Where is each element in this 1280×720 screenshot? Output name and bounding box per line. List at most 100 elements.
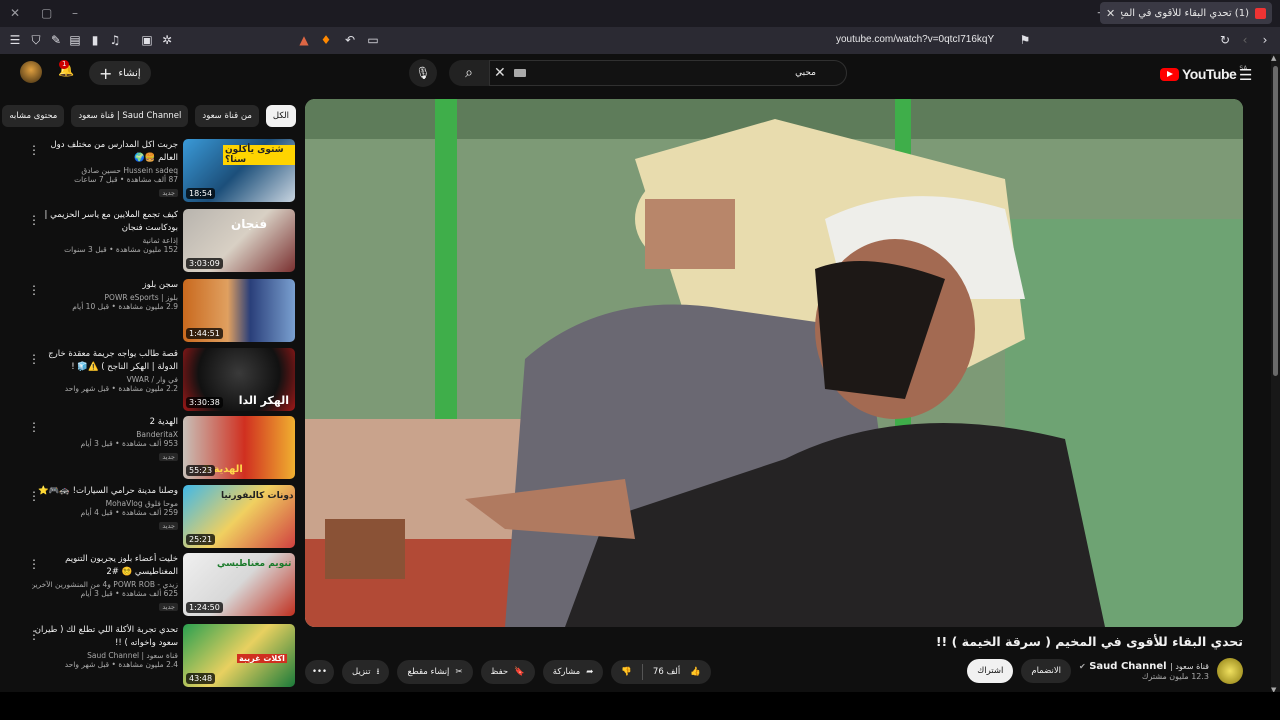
video-thumbnail[interactable]: فنجان 3:03:09 <box>183 209 295 272</box>
list-item[interactable]: فنجان 3:03:09 كيف تجمع الملايين مع ياسر … <box>24 209 296 273</box>
picture-icon[interactable]: ▣ <box>139 32 155 48</box>
forward-icon[interactable]: › <box>1257 32 1273 48</box>
channel-name[interactable]: قناة سعود | Saud Channel <box>32 651 178 660</box>
channel-name[interactable]: بلوز | POWR eSports <box>32 293 178 302</box>
video-thumbnail[interactable]: اكلات غريبة 43:48 <box>183 624 295 687</box>
scrollbar-thumb[interactable] <box>1273 66 1278 376</box>
voice-search-button[interactable]: 🎙 <box>409 59 437 87</box>
video-title[interactable]: جربت اكل المدارس من مختلف دول العالم 🍔🌍 <box>32 139 179 165</box>
more-options-icon[interactable]: ⋮ <box>28 420 40 434</box>
clear-search-icon[interactable]: ✕ <box>494 65 506 81</box>
list-item[interactable]: دونات كاليفورنيا 25:21 وصلنا مدينة حرامي… <box>24 485 296 549</box>
join-button[interactable]: الانضمام <box>1021 659 1072 683</box>
tabs-icon[interactable]: ▤ <box>67 32 83 48</box>
channel-name[interactable]: في وار / VWAR <box>32 375 178 384</box>
share-label: مشاركة <box>552 667 581 677</box>
more-options-icon[interactable]: ⋮ <box>28 628 40 642</box>
address-bar[interactable]: youtube.com/watch?v=0qtcI716kqY <box>836 34 994 45</box>
channel-name[interactable]: زيدي - POWR ROB و4 من المنشورين الآخرين <box>32 580 178 589</box>
channel-name[interactable]: موحا فلوق MohaVlog <box>32 499 178 508</box>
video-player[interactable] <box>305 99 1243 627</box>
list-item[interactable]: شتوى يأكلون سنا؟ 18:54 جربت اكل المدارس … <box>24 139 296 203</box>
channel-title[interactable]: Saud Channel <box>1089 661 1166 672</box>
subscribe-button[interactable]: اشتراك <box>967 659 1014 683</box>
video-meta: 2.9 مليون مشاهدة • قبل 10 أيام <box>72 302 178 311</box>
download-icon: ⭳ <box>376 667 380 677</box>
duration-badge: 1:24:50 <box>186 602 223 613</box>
back-icon[interactable]: ‹ <box>1237 32 1253 48</box>
list-item[interactable]: 1:44:51 سجن بلوز بلوز | POWR eSports 2.9… <box>24 279 296 343</box>
clip-label: إنشاء مقطع <box>407 667 450 677</box>
video-title[interactable]: كيف تجمع الملايين مع ياسر الحزيمي | بودك… <box>32 209 178 235</box>
video-title[interactable]: تحدي تجربة الأكلة اللي تطلع لك ( طيران س… <box>32 624 178 650</box>
search-input[interactable]: محبي ✕ <box>489 60 847 86</box>
close-window-icon[interactable]: ✕ <box>10 6 20 20</box>
sidebar-icon[interactable]: ▮ <box>87 32 103 48</box>
channel-name[interactable]: Hussein sadeq حسين صادق <box>32 166 178 175</box>
menu-icon[interactable]: ☰ <box>7 32 23 48</box>
more-options-icon[interactable]: ⋮ <box>28 557 40 571</box>
channel-name-row[interactable]: قناة سعود | Saud Channel ✔ <box>1079 661 1209 672</box>
undo-icon[interactable]: ↶ <box>342 32 358 48</box>
create-button[interactable]: + إنشاء <box>89 61 151 85</box>
list-item[interactable]: الهدية 2 55:23 الهدية 2 BanderitaX 953 أ… <box>24 416 296 480</box>
shield-icon[interactable]: ⛉ <box>28 32 44 48</box>
search-button[interactable]: ⌕ <box>449 60 489 86</box>
minimize-window-icon[interactable]: – <box>72 6 78 20</box>
video-thumbnail[interactable]: تنويم مغناطيسي 1:24:50 <box>183 553 295 616</box>
duration-badge: 1:44:51 <box>186 328 223 339</box>
brave-shield-icon[interactable]: ♦ <box>318 32 334 48</box>
video-thumbnail[interactable]: شتوى يأكلون سنا؟ 18:54 <box>183 139 295 202</box>
like-button[interactable]: 👍 <box>690 660 701 684</box>
bookmark-icon[interactable]: ⚑ <box>1017 32 1033 48</box>
page-scrollbar[interactable]: ▲ ▼ <box>1271 54 1280 694</box>
channel-name[interactable]: إذاعة ثمانية <box>32 236 178 245</box>
more-options-icon[interactable]: ⋮ <box>28 283 40 297</box>
user-avatar[interactable] <box>20 61 42 83</box>
video-thumbnail[interactable]: دونات كاليفورنيا 25:21 <box>183 485 295 548</box>
video-title[interactable]: قصة طالب يواجه جريمة معقدة خارج الدولة |… <box>32 348 178 374</box>
dislike-button[interactable]: 👎 <box>621 660 632 684</box>
chip-related[interactable]: محتوى مشابه <box>2 105 65 127</box>
save-label: حفظ <box>490 667 509 677</box>
maximize-window-icon[interactable]: ▢ <box>41 6 52 20</box>
music-icon[interactable]: ♫ <box>107 32 123 48</box>
more-options-icon[interactable]: ⋮ <box>28 143 40 157</box>
download-button[interactable]: تنزيل ⭳ <box>342 660 390 684</box>
search-query: محبي <box>795 68 816 78</box>
more-options-icon[interactable]: ⋮ <box>28 352 40 366</box>
list-item[interactable]: الهكر الدا 3:30:38 قصة طالب يواجه جريمة … <box>24 348 296 412</box>
alert-icon[interactable]: ▲ <box>296 32 312 48</box>
more-options-icon[interactable]: ⋮ <box>28 213 40 227</box>
clip-button[interactable]: إنشاء مقطع ✂ <box>397 660 473 684</box>
youtube-logo[interactable]: YouTube SA <box>1160 65 1247 82</box>
video-title[interactable]: سجن بلوز <box>32 279 178 292</box>
video-title[interactable]: خليت أعضاء بلوز يجربون التنويم المغناطيس… <box>32 553 178 579</box>
video-thumbnail[interactable]: 1:44:51 <box>183 279 295 342</box>
chip-from-channel[interactable]: من قناة سعود <box>195 105 259 127</box>
video-thumbnail[interactable]: الهدية 2 55:23 <box>183 416 295 479</box>
extension-icon[interactable]: ✲ <box>159 32 175 48</box>
save-button[interactable]: حفظ 🔖 <box>480 660 535 684</box>
screen-icon[interactable]: ▭ <box>365 32 381 48</box>
hamburger-menu-icon[interactable]: ☰ <box>1239 66 1252 84</box>
channel-avatar[interactable] <box>1217 658 1243 684</box>
browser-tab[interactable]: (1) تحدي البقاء للأقوى في المخ... ✕ <box>1100 2 1272 24</box>
video-thumbnail[interactable]: الهكر الدا 3:30:38 <box>183 348 295 411</box>
chip-all[interactable]: الكل <box>265 105 296 127</box>
video-title[interactable]: الهدية 2 <box>32 416 178 429</box>
keyboard-icon[interactable] <box>514 69 526 77</box>
list-item[interactable]: تنويم مغناطيسي 1:24:50 خليت أعضاء بلوز ي… <box>24 553 296 617</box>
close-tab-icon[interactable]: ✕ <box>1106 7 1115 20</box>
list-item[interactable]: اكلات غريبة 43:48 تحدي تجربة الأكلة اللي… <box>24 624 296 688</box>
notifications-button[interactable]: 🔔 1 <box>58 60 74 78</box>
scroll-up-icon[interactable]: ▲ <box>1271 54 1276 62</box>
more-actions-button[interactable]: ••• <box>305 660 335 684</box>
video-title[interactable]: وصلنا مدينة حرامي السيارات! 🚓🎮⭐ <box>32 485 178 498</box>
more-options-icon[interactable]: ⋮ <box>28 489 40 503</box>
channel-name[interactable]: BanderitaX <box>32 430 178 439</box>
reload-icon[interactable]: ↻ <box>1217 32 1233 48</box>
chip-channel-name[interactable]: Saud Channel | قناة سعود <box>71 105 189 127</box>
share-button[interactable]: مشاركة ➦ <box>542 660 604 684</box>
pen-icon[interactable]: ✎ <box>48 32 64 48</box>
